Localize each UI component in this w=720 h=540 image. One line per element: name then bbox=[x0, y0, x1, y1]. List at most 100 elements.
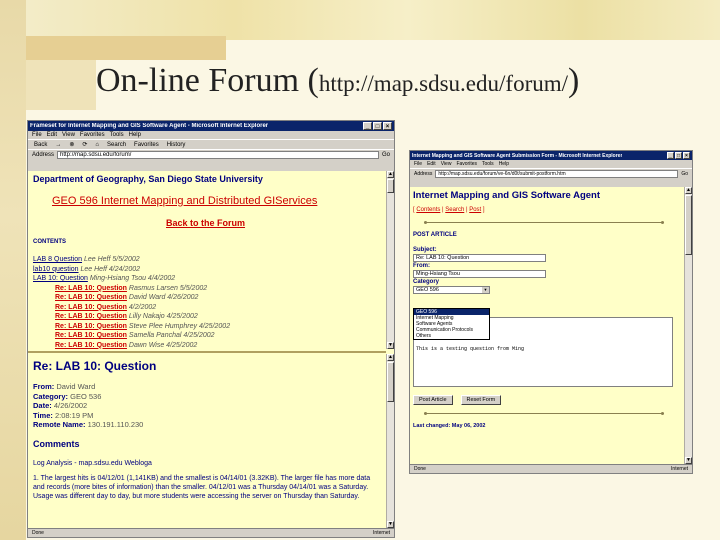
subject-input[interactable]: Re: LAB 10: Question bbox=[413, 254, 546, 262]
from-input[interactable]: Ming-Hsiang Tsou bbox=[413, 270, 546, 278]
home-icon[interactable]: ⌂ bbox=[93, 142, 101, 148]
scroll-thumb[interactable] bbox=[685, 195, 692, 255]
message-paragraph: 1. The largest hits is 04/12/01 (1,141KB… bbox=[33, 475, 371, 500]
form-title: Internet Mapping and GIS Software Agent bbox=[413, 190, 601, 201]
address-label: Address bbox=[414, 171, 433, 177]
go-button[interactable]: Go bbox=[681, 171, 688, 177]
internet-zone: Internet bbox=[373, 530, 390, 536]
scroll-down-icon[interactable]: ▼ bbox=[685, 457, 692, 464]
close-button[interactable]: × bbox=[683, 152, 690, 159]
thread-link[interactable]: lab10 question bbox=[33, 266, 79, 273]
reset-form-button[interactable]: Reset Form bbox=[460, 395, 502, 405]
right-scrollbar[interactable]: ▲ ▼ bbox=[684, 187, 692, 464]
favorites-button[interactable]: Favorites bbox=[132, 142, 161, 148]
left-lower-scrollbar[interactable]: ▲ ▼ bbox=[386, 354, 394, 528]
menu-favorites[interactable]: Favorites bbox=[456, 161, 477, 167]
back-button[interactable]: Back bbox=[32, 142, 49, 148]
stop-icon[interactable]: ⊗ bbox=[67, 141, 76, 148]
post-link[interactable]: Post bbox=[469, 207, 481, 213]
list-item: Re: LAB 10: Question Steve Plee Humphrey… bbox=[55, 322, 231, 330]
search-link[interactable]: Search bbox=[445, 207, 464, 213]
reply-link[interactable]: Re: LAB 10: Question bbox=[55, 342, 127, 349]
reply-link[interactable]: Re: LAB 10: Question bbox=[55, 323, 127, 330]
slide-title: On-line Forum (http://map.sdsu.edu/forum… bbox=[96, 62, 580, 99]
scroll-up-icon[interactable]: ▲ bbox=[387, 354, 394, 361]
refresh-icon[interactable]: ⟳ bbox=[80, 141, 89, 148]
contents-link[interactable]: Contents bbox=[416, 207, 440, 213]
thread-link[interactable]: LAB 8 Question bbox=[33, 256, 82, 263]
scroll-up-icon[interactable]: ▲ bbox=[685, 187, 692, 194]
reply-link[interactable]: Re: LAB 10: Question bbox=[55, 294, 127, 301]
list-item: Re: LAB 10: Question Rasmus Larsen 5/5/2… bbox=[55, 284, 208, 292]
right-menubar: File Edit View Favorites Tools Help bbox=[410, 160, 692, 168]
list-item: Re: LAB 10: Question 4/2/2002 bbox=[55, 303, 157, 311]
category-dropdown-list[interactable]: GEO 596 Internet Mapping Software Agents… bbox=[413, 308, 490, 340]
left-window-title: Frameset for Internet Mapping and GIS So… bbox=[30, 123, 269, 129]
list-item: LAB 8 Question Lee Heff 5/5/2002 bbox=[33, 256, 140, 263]
left-menubar: File Edit View Favorites Tools Help bbox=[28, 131, 394, 139]
left-window-titlebar: Frameset for Internet Mapping and GIS So… bbox=[28, 121, 394, 131]
address-label: Address bbox=[32, 152, 55, 158]
form-buttons: Post Article Reset Form bbox=[413, 395, 502, 405]
scroll-thumb[interactable] bbox=[387, 179, 394, 193]
minimize-button[interactable]: _ bbox=[363, 122, 372, 130]
horizontal-rule bbox=[424, 412, 664, 415]
back-to-forum-link[interactable]: Back to the Forum bbox=[166, 218, 245, 228]
reply-link[interactable]: Re: LAB 10: Question bbox=[55, 285, 127, 292]
right-window-titlebar: Internet Mapping and GIS Software Agent … bbox=[410, 151, 692, 160]
category-option[interactable]: Others bbox=[414, 333, 489, 339]
menu-file[interactable]: File bbox=[414, 161, 422, 167]
address-input[interactable]: http://map.sdsu.edu/forum/ve-6n/d0t/subm… bbox=[435, 170, 679, 178]
category-label: Category bbox=[413, 279, 440, 285]
menu-view[interactable]: View bbox=[441, 161, 452, 167]
list-item: LAB 10: Question Ming-Hsiang Tsou 4/4/20… bbox=[33, 275, 176, 282]
post-form: Subject: Re: LAB 10: Question From: Ming… bbox=[413, 247, 678, 294]
left-scrollbar[interactable]: ▲ ▼ bbox=[386, 171, 394, 349]
menu-edit[interactable]: Edit bbox=[427, 161, 436, 167]
minimize-button[interactable]: _ bbox=[667, 152, 674, 159]
close-button[interactable]: × bbox=[383, 122, 392, 130]
slide-decoration-top bbox=[26, 0, 720, 40]
reply-link[interactable]: Re: LAB 10: Question bbox=[55, 304, 127, 311]
forward-icon[interactable]: → bbox=[53, 142, 63, 148]
menu-help[interactable]: Help bbox=[129, 132, 141, 138]
right-browser-window: Internet Mapping and GIS Software Agent … bbox=[409, 150, 693, 474]
message-paragraph: Log Analysis - map.sdsu.edu Webloga bbox=[33, 460, 152, 467]
slide-decoration-block bbox=[26, 60, 96, 110]
go-button[interactable]: Go bbox=[382, 152, 390, 158]
scroll-down-icon[interactable]: ▼ bbox=[387, 342, 394, 349]
menu-tools[interactable]: Tools bbox=[110, 132, 124, 138]
menu-file[interactable]: File bbox=[32, 132, 42, 138]
scroll-up-icon[interactable]: ▲ bbox=[387, 171, 394, 178]
reply-link[interactable]: Re: LAB 10: Question bbox=[55, 332, 127, 339]
department-heading: Department of Geography, San Diego State… bbox=[33, 174, 263, 184]
menu-view[interactable]: View bbox=[62, 132, 75, 138]
address-input[interactable]: http://map.sdsu.edu/forum/ bbox=[57, 151, 379, 159]
menu-favorites[interactable]: Favorites bbox=[80, 132, 105, 138]
history-button[interactable]: History bbox=[165, 142, 188, 148]
left-content-pane: Department of Geography, San Diego State… bbox=[28, 171, 394, 528]
menu-help[interactable]: Help bbox=[499, 161, 509, 167]
scroll-thumb[interactable] bbox=[387, 362, 394, 402]
thread-link[interactable]: LAB 10: Question bbox=[33, 275, 88, 282]
list-item: Re: LAB 10: Question Lilly Nakajo 4/25/2… bbox=[55, 313, 198, 320]
right-address-bar: Address http://map.sdsu.edu/forum/ve-6n/… bbox=[410, 168, 692, 179]
chevron-down-icon[interactable]: ▼ bbox=[482, 287, 489, 293]
left-browser-window: Frameset for Internet Mapping and GIS So… bbox=[27, 120, 395, 538]
list-item: Re: LAB 10: Question Samella Panchal 4/2… bbox=[55, 332, 215, 339]
maximize-button[interactable]: □ bbox=[373, 122, 382, 130]
post-article-heading: POST ARTICLE bbox=[413, 232, 457, 238]
list-item: Re: LAB 10: Question David Ward 4/26/200… bbox=[55, 294, 199, 301]
menu-tools[interactable]: Tools bbox=[482, 161, 494, 167]
maximize-button[interactable]: □ bbox=[675, 152, 682, 159]
category-select[interactable]: GEO 596 ▼ bbox=[413, 286, 490, 294]
slide-decoration-bar bbox=[26, 36, 226, 60]
course-link[interactable]: GEO 596 Internet Mapping and Distributed… bbox=[52, 195, 317, 207]
post-article-button[interactable]: Post Article bbox=[413, 395, 453, 405]
search-button[interactable]: Search bbox=[105, 142, 128, 148]
reply-link[interactable]: Re: LAB 10: Question bbox=[55, 313, 127, 320]
menu-edit[interactable]: Edit bbox=[47, 132, 57, 138]
left-toolbar: Back → ⊗ ⟳ ⌂ Search Favorites History bbox=[28, 139, 394, 149]
frame-divider[interactable] bbox=[28, 351, 386, 353]
scroll-down-icon[interactable]: ▼ bbox=[387, 521, 394, 528]
